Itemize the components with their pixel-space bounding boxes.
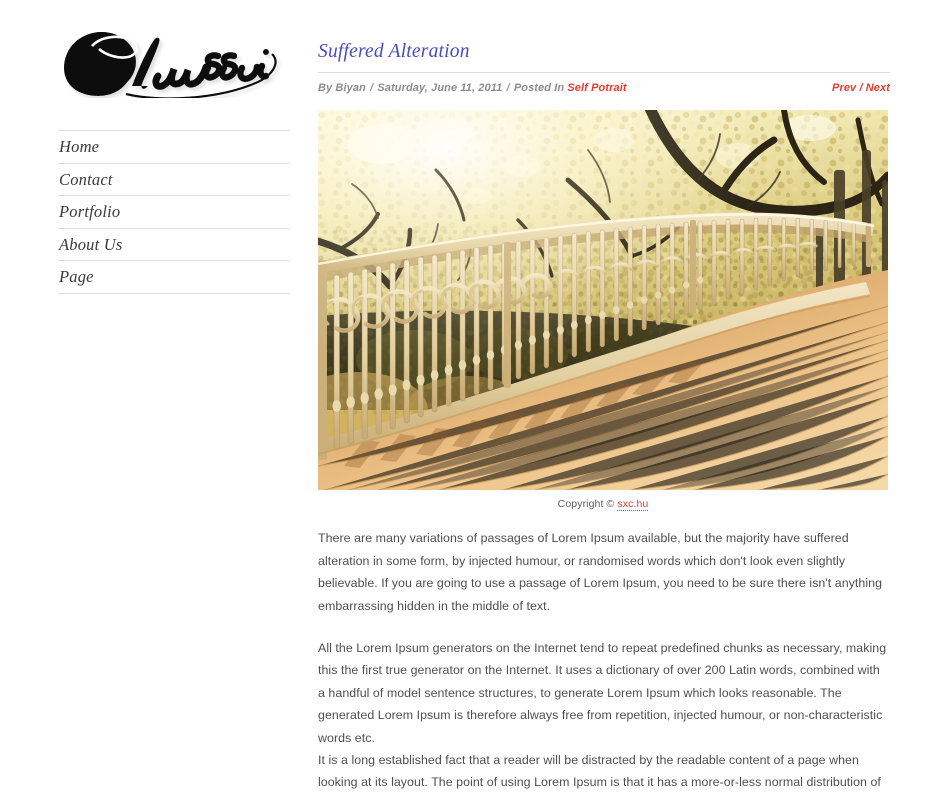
site-logo[interactable] (58, 24, 290, 98)
post-body: There are many variations of passages of… (318, 527, 890, 800)
sidebar-item-home[interactable]: Home (58, 131, 290, 164)
prev-post-link[interactable]: Prev (832, 82, 856, 94)
script-logo-icon (64, 32, 277, 98)
post-featured-image (318, 110, 888, 491)
sidebar-nav: Home Contact Portfolio About Us Page (58, 130, 290, 294)
post-paragraph-2: All the Lorem Ipsum generators on the In… (318, 641, 887, 745)
meta-separator-1: / (370, 82, 374, 95)
page-title: Suffered Alteration (318, 41, 470, 62)
post-pagination: Prev / Next (832, 82, 890, 94)
sidebar-item-about-us[interactable]: About Us (58, 229, 290, 261)
caption-copyright-text: Copyright © (557, 498, 615, 511)
post-meta-left: By Biyan / Saturday, June 11, 2011 / Pos… (318, 82, 627, 94)
title-divider (318, 72, 890, 74)
post-category-link[interactable]: Self Potrait (567, 82, 626, 94)
sidebar-item-portfolio[interactable]: Portfolio (58, 196, 290, 229)
meta-separator-2: / (506, 82, 510, 95)
post-paragraph-1: There are many variations of passages of… (318, 531, 883, 613)
image-caption: Copyright © sxc.hu (318, 498, 888, 512)
main-content: Suffered Alteration By Biyan / Saturday,… (318, 0, 890, 800)
posted-in-label: Posted In (513, 82, 565, 95)
pagination-separator: / (859, 82, 863, 95)
next-post-link[interactable]: Next (866, 82, 890, 94)
post-date: Saturday, June 11, 2011 (377, 82, 503, 95)
post-paragraph-3: It is a long established fact that a rea… (318, 753, 881, 800)
caption-source-link[interactable]: sxc.hu (617, 498, 649, 512)
page-root: Home Contact Portfolio About Us Page Suf… (0, 0, 944, 800)
post-author: By Biyan (318, 82, 366, 95)
sidebar-item-page[interactable]: Page (58, 261, 290, 294)
sidebar-item-contact[interactable]: Contact (58, 164, 290, 196)
bridge-autumn-photo (318, 110, 888, 491)
sidebar: Home Contact Portfolio About Us Page (0, 0, 310, 800)
post-meta: By Biyan / Saturday, June 11, 2011 / Pos… (318, 82, 890, 94)
